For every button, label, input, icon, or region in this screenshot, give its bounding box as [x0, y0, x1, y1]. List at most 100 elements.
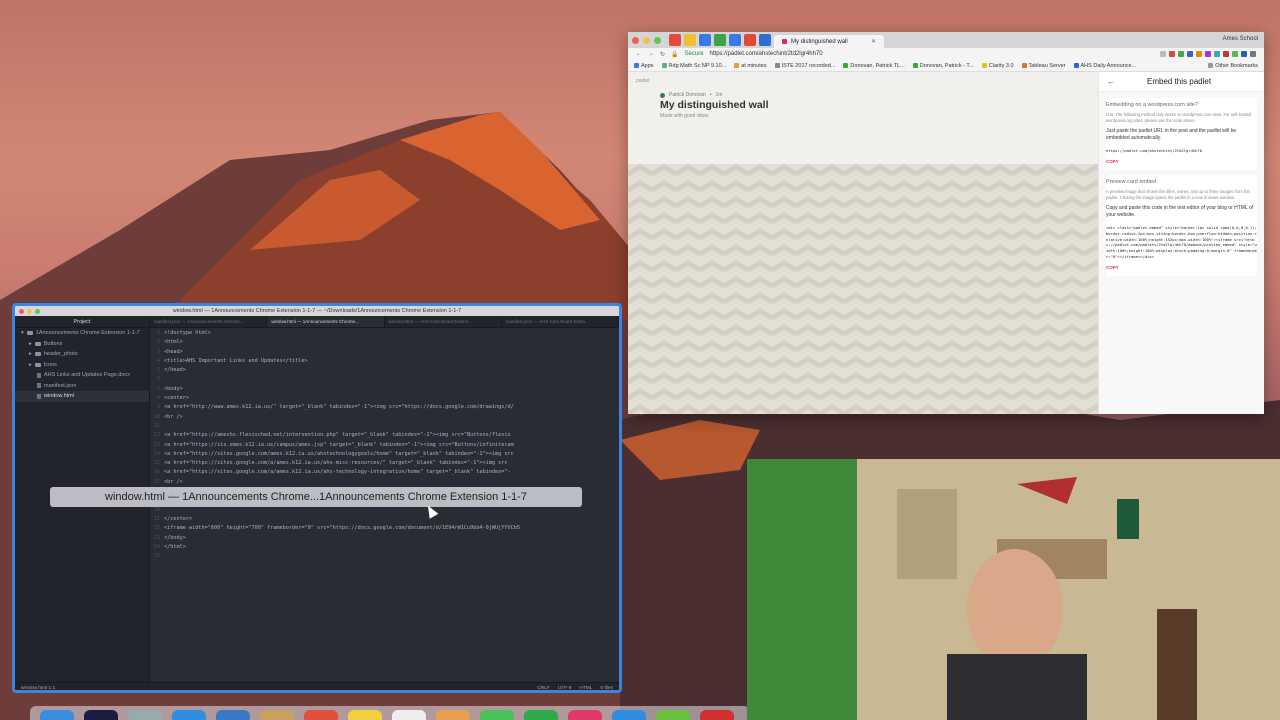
code-line[interactable]: 4 <title>AHS Important Links and Updates… — [150, 358, 619, 367]
extension-icon[interactable] — [1178, 51, 1184, 57]
bookmark-item[interactable]: Donovan, Patrick - T... — [912, 63, 974, 69]
code-line[interactable]: 12 <a href="https://ameshs.flexisched.ne… — [150, 432, 619, 441]
reminders-icon[interactable] — [392, 710, 426, 720]
bookmark-item[interactable]: Clarity 3.0 — [981, 63, 1014, 69]
bookmark-item[interactable]: AHS Daily Announce... — [1073, 63, 1136, 69]
extension-icon[interactable] — [1196, 51, 1202, 57]
chrome-icon[interactable] — [700, 710, 734, 720]
extension-icon[interactable] — [1223, 51, 1229, 57]
code-line[interactable]: 2 <html> — [150, 339, 619, 348]
extension-icon[interactable] — [1187, 51, 1193, 57]
code-line[interactable]: 1 <!doctype html> — [150, 330, 619, 339]
editor-tab-active[interactable]: window.html — 1Announcements Chrome... — [267, 316, 385, 327]
code-line[interactable]: 21 </center> — [150, 516, 619, 525]
tree-item-folder[interactable]: ▸ Icons — [15, 360, 149, 371]
pinned-tab-calendar[interactable] — [729, 34, 741, 46]
numbers-icon[interactable] — [656, 710, 690, 720]
status-grammar[interactable]: HTML — [579, 686, 592, 691]
padlet-url-code[interactable]: https://padlet.com/ahstechint/2td2lgr4hh… — [1106, 148, 1257, 154]
status-line-ending[interactable]: CRLF — [537, 686, 550, 691]
extension-icon[interactable] — [1169, 51, 1175, 57]
star-icon[interactable] — [1160, 51, 1166, 57]
code-line[interactable]: 24 </html> — [150, 544, 619, 553]
menu-icon[interactable] — [1250, 51, 1256, 57]
code-line[interactable]: 6 — [150, 376, 619, 385]
code-line[interactable]: 25 — [150, 553, 619, 562]
code-line[interactable]: 11 — [150, 423, 619, 432]
tree-item-root[interactable]: ▾ 1Announcements Chrome Extension 1-1-7 — [15, 328, 149, 339]
tree-item-file-selected[interactable]: window.html — [15, 391, 149, 402]
editor-tab[interactable]: window.html — AHS Cork Board Extens... — [385, 316, 502, 327]
code-line[interactable]: 8 <center> — [150, 395, 619, 404]
pinned-tab-drive[interactable] — [684, 34, 696, 46]
code-line[interactable]: 7 <body> — [150, 386, 619, 395]
editor-tab[interactable]: manifest.json — AHS Cork Board Exten... — [502, 316, 619, 327]
messages-icon[interactable] — [480, 710, 514, 720]
bookmark-item[interactable]: Apps — [634, 63, 654, 69]
forward-icon[interactable]: → — [648, 51, 654, 57]
tree-item-file[interactable]: AHS Links and Updates Page.docx — [15, 370, 149, 381]
tree-item-file[interactable]: manifest.json — [15, 381, 149, 392]
status-encoding[interactable]: UTF-8 — [558, 686, 572, 691]
editor-tab[interactable]: manifest.json — 1Announcements Chrome... — [150, 316, 268, 327]
copy-url-button[interactable]: COPY — [1106, 159, 1257, 164]
mail-icon[interactable] — [216, 710, 250, 720]
bookmark-item[interactable]: Rdg Math Sc NP 9.10... — [661, 63, 726, 69]
stickies-icon[interactable] — [348, 710, 382, 720]
bookmark-item[interactable]: Tableau Server — [1021, 63, 1066, 69]
finder-icon[interactable] — [40, 710, 74, 720]
itunes-icon[interactable] — [568, 710, 602, 720]
code-line[interactable]: 16 <a href="https://sites.google.com/a/a… — [150, 469, 619, 478]
bookmark-item[interactable]: Donovan, Patrick TL... — [843, 63, 905, 69]
tree-item-folder[interactable]: ▸ header_photo — [15, 349, 149, 360]
code-line[interactable]: 5 </head> — [150, 367, 619, 376]
zoom-window-button[interactable] — [654, 36, 661, 44]
calendar-icon[interactable] — [304, 710, 338, 720]
code-line[interactable]: 13 <a href="https://sis.ames.k12.ia.us/c… — [150, 442, 619, 451]
extension-icon[interactable] — [1205, 51, 1211, 57]
reload-icon[interactable]: ↻ — [660, 51, 665, 58]
url-field[interactable]: https://padlet.com/ahstechint/2td2lgr4hh… — [710, 51, 823, 57]
extension-icon[interactable] — [1232, 51, 1238, 57]
profile-label[interactable]: Ames School — [1223, 36, 1258, 42]
code-line[interactable]: 3 <head> — [150, 349, 619, 358]
launchpad-icon[interactable] — [128, 710, 162, 720]
embed-code[interactable]: <div class="padlet-embed" style="border:… — [1106, 225, 1257, 259]
code-line[interactable]: 10 <br /> — [150, 414, 619, 423]
minimize-window-button[interactable] — [643, 36, 650, 44]
close-window-button[interactable] — [632, 36, 639, 44]
extension-icon[interactable] — [1214, 51, 1220, 57]
padlet-logo[interactable]: padlet — [636, 78, 1090, 84]
notes-icon[interactable] — [260, 710, 294, 720]
tree-item-folder[interactable]: ▸ Buttons — [15, 339, 149, 350]
padlet-favicon-icon — [782, 39, 787, 44]
siri-icon[interactable] — [84, 710, 118, 720]
bookmark-item[interactable]: ISTE 2017 recorded... — [774, 63, 835, 69]
code-line[interactable]: 9 <a href="http://www.ames.k12.ia.us/" t… — [150, 404, 619, 413]
code-line[interactable]: 20 — [150, 507, 619, 516]
code-line[interactable]: 15 <a href="https://sites.google.com/a/a… — [150, 460, 619, 469]
code-line[interactable]: 22 <iframe width="600" height="700" fram… — [150, 525, 619, 534]
status-file[interactable]: window.html 1:1 — [21, 686, 55, 691]
pinned-tab-docs[interactable] — [699, 34, 711, 46]
chevron-right-icon: ▸ — [29, 361, 32, 368]
code-line[interactable]: 23 </body> — [150, 535, 619, 544]
copy-code-button[interactable]: COPY — [1106, 265, 1257, 270]
other-bookmarks[interactable]: Other Bookmarks — [1208, 63, 1258, 69]
appstore-icon[interactable] — [612, 710, 646, 720]
tab-padlet[interactable]: My distinguished wall ✕ — [774, 35, 884, 48]
pinned-tab-blue[interactable] — [759, 34, 771, 46]
photos-icon[interactable] — [436, 710, 470, 720]
safari-icon[interactable] — [172, 710, 206, 720]
facetime-icon[interactable] — [524, 710, 558, 720]
tab-close-icon[interactable]: ✕ — [871, 38, 876, 45]
back-arrow-icon[interactable]: ← — [1107, 77, 1115, 86]
back-icon[interactable]: ← — [636, 51, 642, 57]
pinned-tab-classroom[interactable] — [714, 34, 726, 46]
code-line[interactable]: 14 <a href="https://sites.google.com/ame… — [150, 451, 619, 460]
status-git[interactable]: 0 files — [600, 686, 613, 691]
pinned-tab-gmail[interactable] — [669, 34, 681, 46]
pinned-tab-red[interactable] — [744, 34, 756, 46]
extension-icon[interactable] — [1241, 51, 1247, 57]
bookmark-item[interactable]: at minutes — [734, 63, 767, 69]
